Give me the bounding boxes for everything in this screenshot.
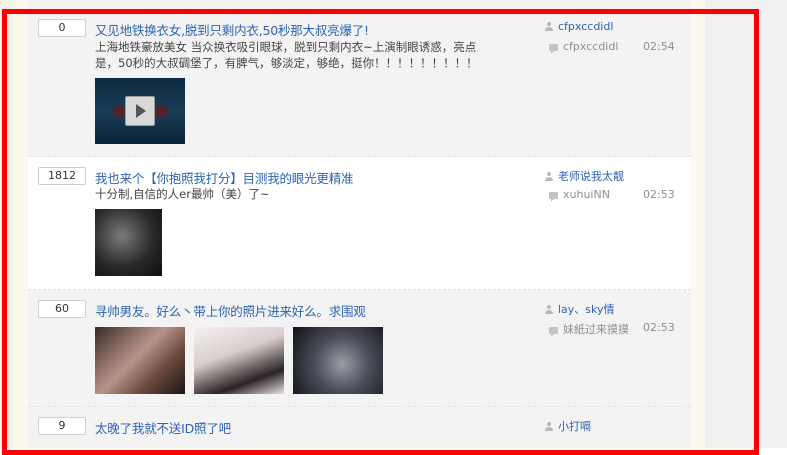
thread-author[interactable]: cfpxccdidl [545, 20, 613, 33]
reply-bubble-icon [549, 44, 558, 54]
thread-abstract: 上海地铁豪放美女 当众换衣吸引眼球，脱到只剩内衣~上演制眼诱惑，亮点是，50秒的… [95, 40, 478, 70]
thread-title[interactable]: 又见地铁换衣女,脱到只剩内衣,50秒那大叔亮爆了! [95, 20, 369, 39]
thread-item: 60 寻帅男友。好么丶带上你的照片进来好么。求围观 lay、sky情 妹紙过来摸… [28, 290, 691, 407]
photo-thumbnail[interactable] [293, 327, 383, 394]
thread-abstract: 十分制,自信的人er最帅（美）了~ [95, 187, 270, 201]
thread-item: 0 又见地铁换衣女,脱到只剩内衣,50秒那大叔亮爆了! 上海地铁豪放美女 当众换… [28, 0, 691, 157]
last-replier[interactable]: 妹紙过来摸摸 [549, 321, 629, 337]
thread-title[interactable]: 我也来个【你抱照我打分】目测我的眼光更精准 [95, 168, 354, 187]
page-left-margin [0, 0, 13, 448]
last-reply-time: 02:54 [643, 40, 675, 53]
thread-author[interactable]: 老师说我太靓 [545, 168, 624, 184]
thread-item: 1812 我也来个【你抱照我打分】目测我的眼光更精准 十分制,自信的人er最帅（… [28, 157, 691, 290]
reply-count: 1812 [38, 167, 86, 185]
reply-count: 60 [38, 300, 86, 318]
reply-count: 9 [38, 417, 86, 435]
photo-thumbnail[interactable] [95, 327, 185, 394]
thread-author[interactable]: 小打嗝 [545, 418, 591, 434]
last-replier[interactable]: xuhuiNN [549, 188, 610, 202]
reply-bubble-icon [549, 327, 558, 337]
reply-bubble-icon [549, 192, 558, 202]
thread-title[interactable]: 寻帅男友。好么丶带上你的照片进来好么。求围观 [95, 301, 366, 320]
user-icon [545, 422, 553, 431]
reply-count: 0 [38, 19, 86, 37]
video-thumbnail[interactable] [95, 78, 185, 144]
thread-list: 0 又见地铁换衣女,脱到只剩内衣,50秒那大叔亮爆了! 上海地铁豪放美女 当众换… [28, 0, 691, 448]
last-reply-time: 02:53 [643, 321, 675, 334]
user-icon [545, 305, 553, 314]
thread-author[interactable]: lay、sky情 [545, 301, 615, 317]
play-icon [125, 96, 155, 126]
last-reply-time: 02:53 [643, 188, 675, 201]
user-icon [545, 22, 553, 31]
photo-thumbnail[interactable] [194, 327, 284, 394]
user-icon [545, 172, 553, 181]
last-replier[interactable]: cfpxccdidl [549, 40, 618, 54]
thread-title[interactable]: 太晚了我就不送ID照了吧 [95, 418, 231, 437]
photo-thumbnail[interactable] [95, 209, 162, 276]
right-sidebar [705, 0, 787, 448]
thread-item: 9 太晚了我就不送ID照了吧 小打嗝 [28, 407, 691, 448]
